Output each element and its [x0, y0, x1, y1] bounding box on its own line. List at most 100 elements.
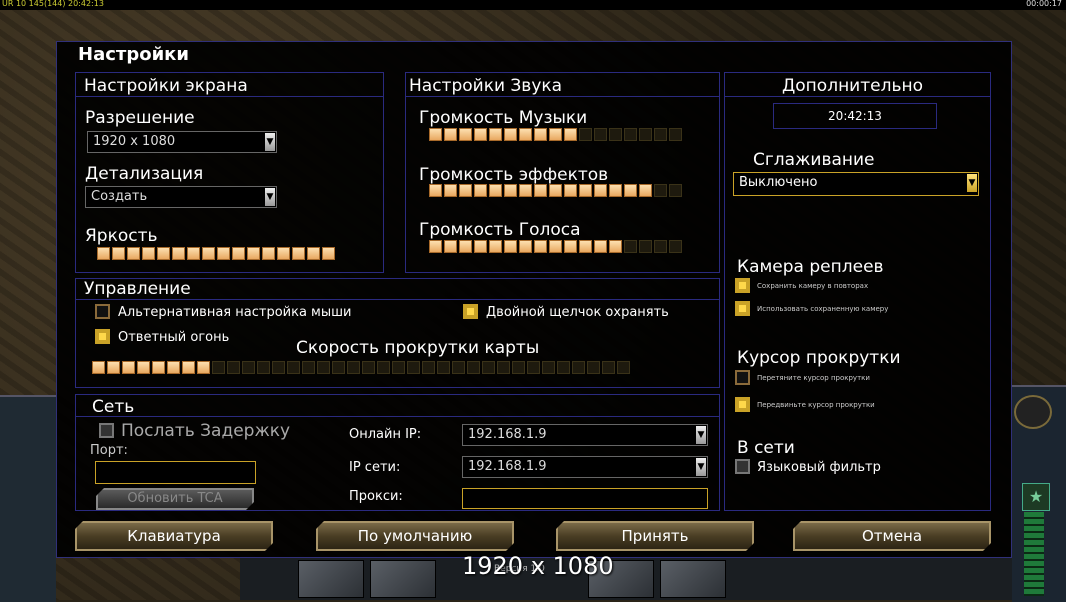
- slider-segment[interactable]: [669, 240, 682, 253]
- slider-segment[interactable]: [639, 128, 652, 141]
- language-filter-checkbox[interactable]: [735, 459, 750, 474]
- slider-segment[interactable]: [152, 361, 165, 374]
- slider-segment[interactable]: [504, 128, 517, 141]
- cancel-button[interactable]: Отмена: [793, 521, 991, 551]
- slider-segment[interactable]: [549, 184, 562, 197]
- unit-thumbnail[interactable]: [660, 560, 726, 598]
- slider-segment[interactable]: [504, 240, 517, 253]
- slider-segment[interactable]: [594, 240, 607, 253]
- slider-segment[interactable]: [474, 184, 487, 197]
- slider-segment[interactable]: [489, 240, 502, 253]
- proxy-input[interactable]: [462, 488, 708, 509]
- brightness-slider[interactable]: [97, 247, 335, 261]
- slider-segment[interactable]: [564, 240, 577, 253]
- double-click-checkbox[interactable]: [463, 304, 478, 319]
- slider-segment[interactable]: [534, 240, 547, 253]
- drag-cursor-checkbox[interactable]: [735, 370, 750, 385]
- slider-segment[interactable]: [429, 240, 442, 253]
- slider-segment[interactable]: [157, 247, 170, 260]
- slider-segment[interactable]: [332, 361, 345, 374]
- slider-segment[interactable]: [549, 240, 562, 253]
- slider-segment[interactable]: [322, 247, 335, 260]
- slider-segment[interactable]: [107, 361, 120, 374]
- unit-thumbnail[interactable]: [298, 560, 364, 598]
- voice-volume-slider[interactable]: [429, 240, 682, 254]
- slider-segment[interactable]: [549, 128, 562, 141]
- slider-segment[interactable]: [594, 128, 607, 141]
- slider-segment[interactable]: [187, 247, 200, 260]
- slider-segment[interactable]: [137, 361, 150, 374]
- slider-segment[interactable]: [262, 247, 275, 260]
- slider-segment[interactable]: [97, 247, 110, 260]
- keyboard-button[interactable]: Клавиатура: [75, 521, 273, 551]
- slider-segment[interactable]: [277, 247, 290, 260]
- chevron-down-icon[interactable]: ▼: [265, 133, 275, 151]
- slider-segment[interactable]: [609, 184, 622, 197]
- slider-segment[interactable]: [579, 128, 592, 141]
- slider-segment[interactable]: [377, 361, 390, 374]
- slider-segment[interactable]: [112, 247, 125, 260]
- slider-segment[interactable]: [347, 361, 360, 374]
- defaults-button[interactable]: По умолчанию: [316, 521, 514, 551]
- slider-segment[interactable]: [392, 361, 405, 374]
- slider-segment[interactable]: [639, 240, 652, 253]
- antialias-dropdown[interactable]: Выключено ▼: [733, 172, 979, 196]
- slider-segment[interactable]: [444, 184, 457, 197]
- update-tca-button[interactable]: Обновить TCA: [96, 488, 254, 510]
- slider-segment[interactable]: [407, 361, 420, 374]
- slider-segment[interactable]: [497, 361, 510, 374]
- effects-volume-slider[interactable]: [429, 184, 682, 198]
- slider-segment[interactable]: [92, 361, 105, 374]
- online-ip-dropdown[interactable]: 192.168.1.9 ▼: [462, 424, 708, 446]
- slider-segment[interactable]: [579, 184, 592, 197]
- unit-thumbnail[interactable]: [370, 560, 436, 598]
- slider-segment[interactable]: [639, 184, 652, 197]
- slider-segment[interactable]: [669, 184, 682, 197]
- slider-segment[interactable]: [232, 247, 245, 260]
- slider-segment[interactable]: [172, 247, 185, 260]
- slider-segment[interactable]: [624, 128, 637, 141]
- slider-segment[interactable]: [429, 184, 442, 197]
- slider-segment[interactable]: [512, 361, 525, 374]
- slider-segment[interactable]: [182, 361, 195, 374]
- slider-segment[interactable]: [422, 361, 435, 374]
- slider-segment[interactable]: [519, 128, 532, 141]
- star-icon[interactable]: ★: [1022, 483, 1050, 511]
- send-delay-checkbox[interactable]: [99, 423, 114, 438]
- slider-segment[interactable]: [227, 361, 240, 374]
- slider-segment[interactable]: [617, 361, 630, 374]
- slider-segment[interactable]: [482, 361, 495, 374]
- slider-segment[interactable]: [594, 184, 607, 197]
- slider-segment[interactable]: [167, 361, 180, 374]
- slider-segment[interactable]: [459, 128, 472, 141]
- slider-segment[interactable]: [654, 240, 667, 253]
- slider-segment[interactable]: [247, 247, 260, 260]
- slider-segment[interactable]: [609, 240, 622, 253]
- slider-segment[interactable]: [654, 184, 667, 197]
- slider-segment[interactable]: [197, 361, 210, 374]
- alt-mouse-checkbox[interactable]: [95, 304, 110, 319]
- slider-segment[interactable]: [122, 361, 135, 374]
- slider-segment[interactable]: [602, 361, 615, 374]
- lan-ip-dropdown[interactable]: 192.168.1.9 ▼: [462, 456, 708, 478]
- resolution-dropdown[interactable]: 1920 x 1080 ▼: [87, 131, 277, 153]
- slider-segment[interactable]: [489, 128, 502, 141]
- slider-segment[interactable]: [307, 247, 320, 260]
- slider-segment[interactable]: [609, 128, 622, 141]
- slider-segment[interactable]: [564, 128, 577, 141]
- slider-segment[interactable]: [474, 240, 487, 253]
- slider-segment[interactable]: [654, 128, 667, 141]
- move-cursor-checkbox[interactable]: [735, 397, 750, 412]
- slider-segment[interactable]: [202, 247, 215, 260]
- slider-segment[interactable]: [504, 184, 517, 197]
- chevron-down-icon[interactable]: ▼: [696, 458, 706, 476]
- slider-segment[interactable]: [519, 240, 532, 253]
- slider-segment[interactable]: [437, 361, 450, 374]
- slider-segment[interactable]: [542, 361, 555, 374]
- slider-segment[interactable]: [257, 361, 270, 374]
- slider-segment[interactable]: [127, 247, 140, 260]
- slider-segment[interactable]: [489, 184, 502, 197]
- scroll-speed-slider[interactable]: [92, 361, 630, 375]
- slider-segment[interactable]: [302, 361, 315, 374]
- slider-segment[interactable]: [292, 247, 305, 260]
